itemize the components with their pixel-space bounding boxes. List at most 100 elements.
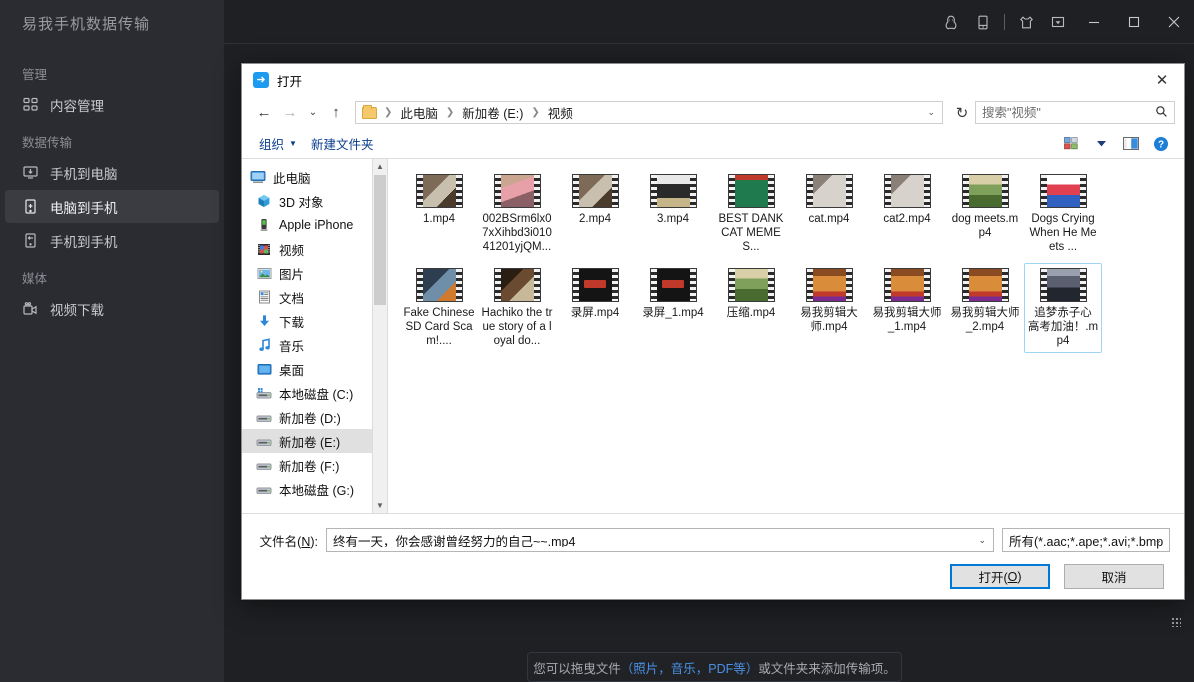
breadcrumb-dropdown-icon[interactable]: ⌄	[927, 107, 935, 118]
tree-item-label: Apple iPhone	[279, 218, 353, 232]
3d-objects-icon	[256, 193, 272, 209]
file-item[interactable]: 录屏_1.mp4	[634, 263, 712, 325]
dropdown-icon[interactable]	[1042, 0, 1074, 44]
tree-item-videos[interactable]: 视频	[242, 237, 387, 261]
organize-button[interactable]: 组织 ▼	[252, 131, 304, 156]
file-item[interactable]: 3.mp4	[634, 169, 712, 231]
tree-item-local-disk-g[interactable]: 本地磁盘 (G:)	[242, 477, 387, 501]
search-box[interactable]	[975, 101, 1175, 124]
sidebar-item-phone-to-phone[interactable]: 手机到手机	[5, 224, 219, 257]
tree-item-desktop[interactable]: 桌面	[242, 357, 387, 381]
file-name: Fake Chinese SD Card Scam!....	[403, 306, 475, 348]
file-item[interactable]: dog meets.mp4	[946, 169, 1024, 245]
tree-item-3d-objects[interactable]: 3D 对象	[242, 189, 387, 213]
filename-row: 文件名(N): ⌄ 所有(*.aac;*.ape;*.avi;*.bmp;*. …	[242, 514, 1184, 552]
minimize-icon[interactable]	[1074, 0, 1114, 44]
file-item[interactable]: 易我剪辑大师.mp4	[790, 263, 868, 339]
file-list[interactable]: 1.mp4 002BSrm6lx07xXihbd3i01041201yjQM..…	[388, 159, 1184, 513]
file-item[interactable]: Hachiko the true story of a loyal do...	[478, 263, 556, 353]
tree-item-new-volume-f[interactable]: 新加卷 (F:)	[242, 453, 387, 477]
maximize-icon[interactable]	[1114, 0, 1154, 44]
file-item[interactable]: 1.mp4	[400, 169, 478, 231]
breadcrumb-item-1[interactable]: 新加卷 (E:)	[461, 103, 524, 122]
tree-item-pictures[interactable]: 图片	[242, 261, 387, 285]
sidebar-item-content-management[interactable]: 内容管理	[5, 88, 219, 121]
sidebar-item-video-download[interactable]: 视频下载	[5, 292, 219, 325]
view-icon[interactable]	[1058, 133, 1084, 155]
file-item[interactable]: 录屏.mp4	[556, 263, 634, 325]
sidebar-item-phone-to-pc[interactable]: 手机到电脑	[5, 156, 219, 189]
preview-pane-icon[interactable]	[1118, 133, 1144, 155]
scroll-up-icon[interactable]: ▲	[373, 159, 387, 174]
sidebar-item-label: 手机到电脑	[50, 163, 118, 183]
drag-drop-hint: 您可以拖曳文件 （照片，音乐，PDF等） 或文件夹来添加传输项。	[527, 652, 902, 682]
tree-item-label: 图片	[279, 264, 304, 283]
file-item[interactable]: 2.mp4	[556, 169, 634, 231]
help-icon[interactable]: ?	[1148, 133, 1174, 155]
sidebar: 易我手机数据传输 管理 内容管理 数据传输 手机到	[0, 0, 224, 682]
tree-item-new-volume-d[interactable]: 新加卷 (D:)	[242, 405, 387, 429]
file-item[interactable]: BEST DANK CAT MEMES...	[712, 169, 790, 259]
videos-icon	[256, 241, 272, 257]
cancel-button[interactable]: 取消	[1064, 564, 1164, 589]
file-item-selected[interactable]: 追梦赤子心 高考加油！.mp4	[1024, 263, 1102, 353]
refresh-button[interactable]: ↻	[949, 100, 975, 126]
drop-hint-highlight: （照片，音乐，PDF等）	[621, 658, 759, 677]
filename-input-wrap[interactable]: ⌄	[326, 528, 994, 552]
search-input[interactable]	[982, 106, 1168, 120]
view-dropdown-icon[interactable]	[1088, 133, 1114, 155]
file-name: 录屏.mp4	[571, 306, 620, 320]
sidebar-item-pc-to-phone[interactable]: 电脑到手机	[5, 190, 219, 223]
file-item[interactable]: 易我剪辑大师_1.mp4	[868, 263, 946, 339]
scrollbar-thumb[interactable]	[374, 175, 386, 305]
close-icon[interactable]	[1154, 0, 1194, 44]
filetype-select[interactable]: 所有(*.aac;*.ape;*.avi;*.bmp;*. ⌄	[1002, 528, 1170, 552]
phone-icon[interactable]	[967, 0, 999, 44]
dialog-navigation-bar: ← → ⌄ ↑ ❯ 此电脑 ❯ 新加卷 (E:) ❯ 视频 ⌄ ↻	[242, 96, 1184, 129]
up-button[interactable]: ↑	[323, 100, 349, 126]
breadcrumb-separator: ❯	[381, 107, 395, 118]
gift-icon[interactable]	[1010, 0, 1042, 44]
file-item[interactable]: cat2.mp4	[868, 169, 946, 231]
back-button[interactable]: ←	[251, 100, 277, 126]
tree-item-local-disk-c[interactable]: 本地磁盘 (C:)	[242, 381, 387, 405]
file-name: cat2.mp4	[883, 212, 930, 226]
chevron-down-icon[interactable]: ⌄	[978, 535, 986, 546]
file-item[interactable]: Fake Chinese SD Card Scam!....	[400, 263, 478, 353]
breadcrumb[interactable]: ❯ 此电脑 ❯ 新加卷 (E:) ❯ 视频 ⌄	[355, 101, 943, 124]
file-item[interactable]: 易我剪辑大师_2.mp4	[946, 263, 1024, 339]
breadcrumb-item-0[interactable]: 此电脑	[399, 103, 439, 122]
scroll-down-icon[interactable]: ▼	[373, 498, 387, 513]
file-item[interactable]: cat.mp4	[790, 169, 868, 231]
file-item[interactable]: 002BSrm6lx07xXihbd3i01041201yjQM...	[478, 169, 556, 259]
account-icon[interactable]	[935, 0, 967, 44]
video-thumbnail	[806, 174, 853, 208]
dialog-close-button[interactable]: ✕	[1140, 64, 1184, 96]
tree-item-this-pc[interactable]: 此电脑	[242, 165, 387, 189]
tree-item-label: 新加卷 (F:)	[279, 456, 339, 475]
file-item[interactable]: Dogs Crying When He Meets ...	[1024, 169, 1102, 259]
tree-item-apple-iphone[interactable]: Apple iPhone	[242, 213, 387, 237]
file-name: dog meets.mp4	[949, 212, 1021, 240]
resize-grip[interactable]	[1171, 617, 1181, 627]
music-icon	[256, 337, 272, 353]
tree-scrollbar[interactable]: ▲ ▼	[372, 159, 387, 513]
tree-item-label: 音乐	[279, 336, 304, 355]
file-item[interactable]: 压缩.mp4	[712, 263, 790, 325]
tree-item-label: 视频	[279, 240, 304, 259]
new-folder-button[interactable]: 新建文件夹	[304, 131, 381, 156]
toolbar-right-group: ?	[1058, 133, 1174, 155]
dialog-buttons: 打开(O) 取消	[242, 552, 1184, 589]
file-name: BEST DANK CAT MEMES...	[715, 212, 787, 254]
tree-item-documents[interactable]: 文档	[242, 285, 387, 309]
recent-locations-button[interactable]: ⌄	[303, 100, 323, 126]
tree-item-music[interactable]: 音乐	[242, 333, 387, 357]
window-controls-divider	[1004, 14, 1005, 30]
filename-input[interactable]	[333, 533, 987, 547]
open-button[interactable]: 打开(O)	[950, 564, 1050, 589]
breadcrumb-item-2[interactable]: 视频	[547, 103, 574, 122]
forward-button[interactable]: →	[277, 100, 303, 126]
tree-item-downloads[interactable]: 下载	[242, 309, 387, 333]
tree-item-new-volume-e[interactable]: 新加卷 (E:)	[242, 429, 387, 453]
app-title: 易我手机数据传输	[22, 13, 150, 34]
